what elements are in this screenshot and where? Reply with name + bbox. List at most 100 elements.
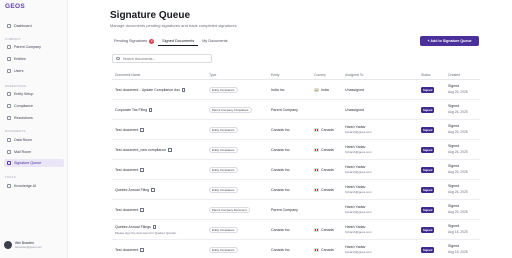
table-row[interactable]: Test document Entity Compliance Canada Inc… (112, 160, 480, 180)
column-header-status[interactable]: Status (421, 73, 431, 77)
tab-signed-documents[interactable]: Signed Documents (158, 37, 199, 46)
assigned-to: Unassigned (345, 88, 364, 92)
document-name-link[interactable]: Test document (115, 208, 144, 212)
entity-name: Canada Inc. (271, 248, 291, 252)
tab-label: Pending Signatures (114, 39, 148, 43)
canada-flag-icon (314, 188, 319, 192)
sidebar-item-compliance[interactable]: Compliance (4, 102, 64, 110)
search-input[interactable] (122, 56, 208, 61)
sidebar-section-operations: OPERATIONS (5, 84, 27, 88)
entity-name: Canada Inc. (271, 168, 291, 172)
table-row[interactable]: Test document_new compliance Entity Compl… (112, 140, 480, 160)
tab-my-documents[interactable]: My Documents (198, 37, 231, 46)
document-name-link[interactable]: Corporate Tax Filing (115, 108, 153, 112)
sidebar-item-label: Entities (14, 57, 26, 61)
table-header: Document Name Type Entity Country Assign… (112, 70, 480, 80)
country-name: Canada (321, 228, 334, 232)
table-row[interactable]: Test document - Update Compliance doc Ent… (112, 80, 480, 100)
assignee-email: hyharsh@geos.com (345, 190, 372, 194)
entity-name: India Inc (271, 88, 285, 92)
document-name-link[interactable]: Test document_new compliance (115, 148, 172, 152)
country-name: India (321, 88, 329, 92)
country-cell: Canada (314, 168, 334, 172)
country-cell: Canada (314, 128, 334, 132)
created-date: Aug 25, 2025 (448, 210, 468, 214)
document-name-link[interactable]: Quebec Annual Filings (115, 225, 157, 229)
column-header-type[interactable]: Type (209, 73, 216, 77)
external-link-icon[interactable] (140, 248, 144, 252)
external-link-icon[interactable] (151, 188, 155, 192)
user-profile[interactable]: Wei Bowden wbowden@geos.com (4, 238, 64, 252)
table-row[interactable]: Test document Parent Company Document Pare… (112, 200, 480, 220)
tab-pending-signatures[interactable]: Pending Signatures 2 (110, 37, 158, 46)
external-link-icon[interactable] (152, 225, 157, 229)
sidebar-item-entities[interactable]: Entities (4, 55, 64, 63)
sidebar-item-label: Parent Company (14, 45, 41, 49)
created-status: Signed (448, 124, 460, 128)
external-link-icon[interactable] (140, 128, 144, 132)
created-status: Signed (448, 84, 460, 88)
add-to-signature-queue-button[interactable]: + Add to Signature Queue (420, 36, 479, 46)
table-row[interactable]: Quebec Annual Filings Please sign the doc… (112, 220, 480, 240)
external-link-icon[interactable] (181, 88, 186, 92)
page-title: Signature Queue (110, 10, 191, 21)
document-name-link[interactable]: Test document (115, 128, 144, 132)
status-badge: Signed (421, 147, 435, 153)
country-name: Canada (321, 148, 334, 152)
column-header-document-name[interactable]: Document Name (115, 73, 140, 77)
document-name: Test document (115, 208, 139, 212)
sidebar-item-entity-setup[interactable]: Entity Setup (4, 90, 64, 98)
document-name: Corporate Tax Filing (115, 108, 148, 112)
external-link-icon[interactable] (140, 168, 144, 172)
table-row[interactable]: Corporate Tax Filing Parent Company Compl… (112, 100, 480, 120)
entity-name: Canada Inc. (271, 148, 291, 152)
sidebar-item-dashboard[interactable]: Dashboard (4, 22, 64, 30)
sidebar-item-users[interactable]: Users (4, 67, 64, 75)
assignee-name: Harsh Yadav (345, 145, 366, 149)
country-name: Canada (321, 128, 334, 132)
table-row[interactable]: Test document Entity Compliance Canada Inc… (112, 240, 480, 258)
folder-icon (7, 138, 11, 142)
table-row[interactable]: Test document Entity Compliance Canada Inc… (112, 120, 480, 140)
sidebar-item-data-room[interactable]: Data Room (4, 136, 64, 144)
document-name-link[interactable]: Test document - Update Compliance doc (115, 88, 186, 92)
column-header-assigned-to[interactable]: Assigned To (345, 73, 363, 77)
type-badge: Entity Compliance (209, 227, 238, 233)
external-link-icon[interactable] (168, 148, 172, 152)
sidebar-item-label: Entity Setup (14, 92, 34, 96)
country-cell: Canada (314, 188, 334, 192)
column-header-created[interactable]: Created (448, 73, 460, 77)
sidebar-item-parent-company[interactable]: Parent Company (4, 43, 64, 51)
search-box[interactable] (112, 54, 212, 63)
column-header-country[interactable]: Country (314, 73, 326, 77)
assignee-name: Harsh Yadav (345, 205, 366, 209)
assignee-email: hyharsh@geos.com (345, 170, 372, 174)
sidebar-item-mail-room[interactable]: Mail Room (4, 148, 64, 156)
table-row[interactable]: Quebec Annual Filing Entity Compliance Can… (112, 180, 480, 200)
document-name-link[interactable]: Quebec Annual Filing (115, 188, 155, 192)
sidebar-section-documents: DOCUMENTS (5, 129, 26, 133)
canada-flag-icon (314, 168, 319, 172)
assignee-name: Harsh Yadav (345, 165, 366, 169)
created-date: Aug 18, 2025 (448, 250, 468, 254)
external-link-icon[interactable] (140, 208, 144, 212)
sidebar-item-knowledge-ai[interactable]: Knowledge AI (4, 182, 64, 190)
entity-name: Canada Inc. (271, 188, 291, 192)
sidebar-item-label: Mail Room (14, 150, 32, 154)
tab-label: Signed Documents (162, 39, 195, 43)
document-name: Quebec Annual Filings (115, 225, 151, 229)
document-name-link[interactable]: Test document (115, 168, 144, 172)
canada-flag-icon (314, 248, 319, 252)
sidebar-item-signature-queue[interactable]: Signature Queue (4, 159, 64, 167)
status-badge: Signed (421, 247, 435, 253)
created-status: Signed (448, 204, 460, 208)
sidebar-item-label: Dashboard (14, 24, 32, 28)
external-link-icon[interactable] (149, 108, 153, 112)
document-name-link[interactable]: Test document (115, 248, 144, 252)
sidebar-item-resolutions[interactable]: Resolutions (4, 114, 64, 122)
sidebar: GEOS Dashboard COMPANY Parent Company En… (0, 0, 68, 258)
created-status: Signed (448, 244, 460, 248)
column-header-entity[interactable]: Entity (271, 73, 279, 77)
created-status: Signed (448, 164, 460, 168)
assignee-name: Harsh Yadav (345, 185, 366, 189)
